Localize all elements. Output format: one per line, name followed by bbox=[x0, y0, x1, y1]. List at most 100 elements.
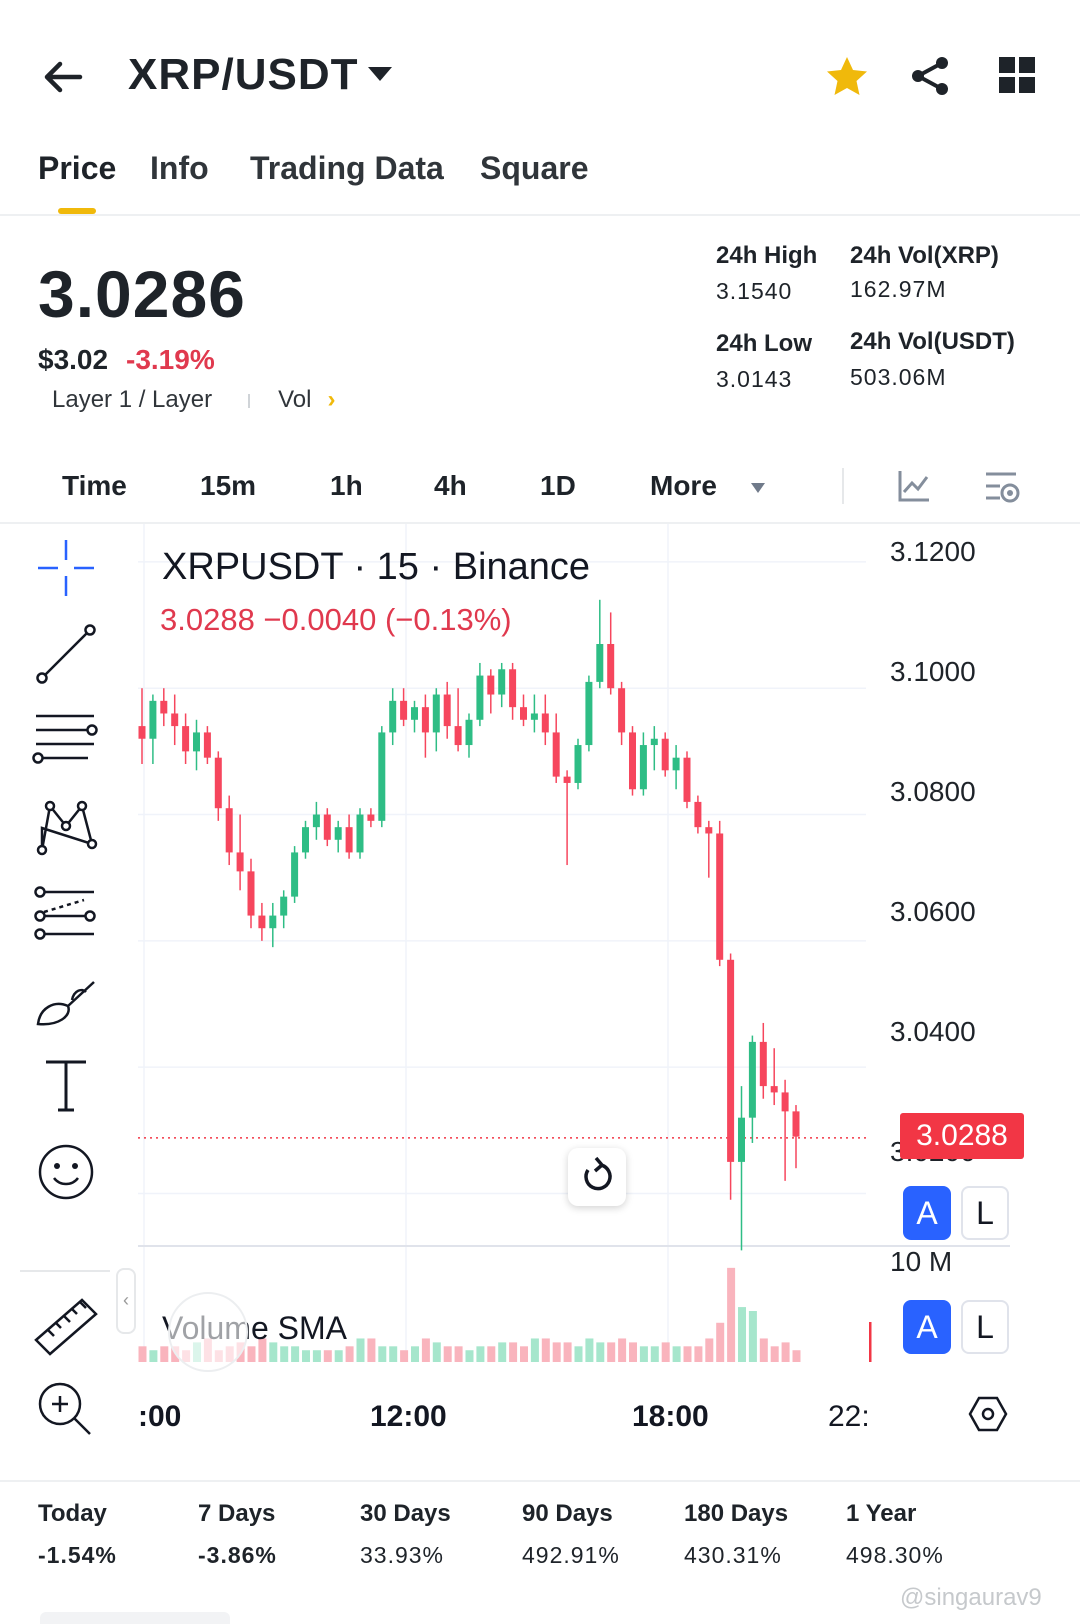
candle-body bbox=[323, 814, 331, 840]
candle-body bbox=[378, 732, 386, 821]
emoji-tool[interactable] bbox=[28, 1134, 104, 1210]
pair-title[interactable]: XRP/USDT bbox=[128, 50, 358, 100]
candle-body bbox=[149, 700, 157, 739]
candle-body bbox=[367, 814, 375, 821]
perf-1year[interactable]: 1 Year 498.30% bbox=[846, 1500, 944, 1569]
tf-15m[interactable]: 15m bbox=[200, 470, 256, 502]
candle-body bbox=[400, 700, 408, 720]
perf-label: Today bbox=[38, 1500, 107, 1527]
candle-body bbox=[563, 776, 571, 783]
candle-body bbox=[639, 745, 647, 790]
fib-lines-tool[interactable] bbox=[28, 702, 104, 778]
tf-1h[interactable]: 1h bbox=[330, 470, 363, 502]
tf-4h[interactable]: 4h bbox=[434, 470, 467, 502]
text-tool[interactable] bbox=[28, 1046, 104, 1122]
tab-trading-data[interactable]: Trading Data bbox=[250, 150, 444, 187]
perf-value: 33.93% bbox=[360, 1542, 445, 1568]
tag-divider bbox=[248, 393, 251, 408]
tf-1d[interactable]: 1D bbox=[540, 470, 576, 502]
candle-body bbox=[269, 915, 277, 929]
candlestick-chart[interactable]: XRPUSDT · 15 · Binance 3.0288 −0.0040 (−… bbox=[138, 524, 1080, 1464]
candle-body bbox=[487, 675, 495, 695]
volume-axis-label: 10 M bbox=[890, 1246, 953, 1277]
perf-90days[interactable]: 90 Days 492.91% bbox=[522, 1500, 620, 1569]
last-price-tag: 3.0288 bbox=[900, 1113, 1024, 1159]
candle-body bbox=[727, 959, 735, 1162]
chart-symbol-title: XRPUSDT · 15 · Binance bbox=[162, 546, 591, 588]
volume-bar bbox=[618, 1338, 627, 1362]
volume-bar bbox=[138, 1346, 147, 1362]
zoom-tool[interactable] bbox=[28, 1372, 104, 1448]
chevron-right-icon[interactable]: › bbox=[327, 386, 335, 413]
chart-settings-icon[interactable] bbox=[982, 466, 1022, 506]
volume-bar bbox=[302, 1350, 310, 1362]
volume-log-scale-button[interactable]: L bbox=[961, 1300, 1009, 1354]
volume-bar bbox=[541, 1338, 550, 1362]
tf-time[interactable]: Time bbox=[62, 470, 127, 502]
collapse-toolbar-handle[interactable]: ‹ bbox=[116, 1268, 136, 1334]
tradingview-logo bbox=[168, 1292, 248, 1372]
volume-bar bbox=[770, 1346, 779, 1362]
volume-bar bbox=[727, 1267, 736, 1362]
bottom-sheet-handle[interactable] bbox=[40, 1612, 230, 1624]
volume-bar bbox=[323, 1350, 332, 1362]
candle-body bbox=[770, 1086, 778, 1093]
vol-usdt-value: 503.06M bbox=[850, 364, 947, 390]
text-icon bbox=[46, 1060, 86, 1112]
auto-scale-button[interactable]: A bbox=[903, 1186, 951, 1240]
candle-body bbox=[520, 707, 527, 720]
candle-body bbox=[334, 827, 342, 840]
volume-bar bbox=[432, 1342, 441, 1362]
perf-180days[interactable]: 180 Days 430.31% bbox=[684, 1500, 788, 1569]
ruler-tool[interactable] bbox=[28, 1286, 104, 1362]
crosshair-tool[interactable] bbox=[28, 530, 104, 606]
indicator-chart-icon[interactable] bbox=[896, 468, 932, 504]
drawing-toolbar: ‹ bbox=[0, 530, 136, 1450]
candle-body bbox=[214, 757, 222, 809]
toolbar-divider bbox=[842, 468, 844, 504]
favorite-star-icon[interactable] bbox=[824, 54, 870, 100]
projection-tool[interactable] bbox=[28, 874, 104, 950]
time-axis-label: 22: bbox=[828, 1400, 870, 1433]
back-arrow-icon[interactable] bbox=[38, 52, 88, 102]
reset-chart-button[interactable] bbox=[568, 1148, 626, 1206]
candle-body bbox=[585, 681, 593, 746]
perf-7days[interactable]: 7 Days -3.86% bbox=[198, 1500, 277, 1569]
candle-body bbox=[225, 808, 233, 853]
chart-settings-hexagon-icon[interactable] bbox=[968, 1394, 1008, 1434]
log-scale-button[interactable]: L bbox=[961, 1186, 1009, 1240]
candle-body bbox=[661, 738, 669, 771]
caret-down-icon[interactable] bbox=[366, 64, 394, 84]
grid-menu-icon[interactable] bbox=[998, 56, 1036, 94]
tab-price[interactable]: Price bbox=[38, 150, 116, 187]
perf-label: 90 Days bbox=[522, 1500, 613, 1527]
candle-body bbox=[530, 713, 538, 720]
brush-tool[interactable] bbox=[28, 960, 104, 1036]
crosshair-icon bbox=[38, 540, 94, 596]
candle-body bbox=[748, 1041, 756, 1118]
perf-label: 1 Year bbox=[846, 1500, 917, 1527]
volume-bar bbox=[585, 1338, 594, 1362]
pattern-tool[interactable] bbox=[28, 788, 104, 864]
header: XRP/USDT bbox=[0, 0, 1080, 140]
perf-30days[interactable]: 30 Days 33.93% bbox=[360, 1500, 451, 1569]
candle-body bbox=[465, 719, 473, 746]
volume-auto-scale-button[interactable]: A bbox=[903, 1300, 951, 1354]
candle-body bbox=[302, 827, 309, 853]
vol-xrp-value: 162.97M bbox=[850, 276, 947, 302]
tab-square[interactable]: Square bbox=[480, 150, 588, 187]
perf-value: -1.54% bbox=[38, 1542, 117, 1568]
tf-more[interactable]: More bbox=[650, 470, 717, 502]
tab-info[interactable]: Info bbox=[150, 150, 209, 187]
share-icon[interactable] bbox=[908, 54, 952, 98]
volume-bar bbox=[748, 1311, 757, 1362]
perf-today[interactable]: Today -1.54% bbox=[38, 1500, 117, 1569]
vol-tag[interactable]: Vol bbox=[278, 386, 311, 413]
candle-body bbox=[247, 871, 255, 916]
volume-bar bbox=[552, 1342, 561, 1362]
horizontal-lines-icon bbox=[32, 714, 98, 764]
high-24h-value: 3.1540 bbox=[716, 278, 793, 304]
layer-tag[interactable]: Layer 1 / Layer bbox=[52, 386, 212, 413]
trendline-tool[interactable] bbox=[28, 616, 104, 692]
caret-down-icon[interactable] bbox=[750, 482, 766, 494]
